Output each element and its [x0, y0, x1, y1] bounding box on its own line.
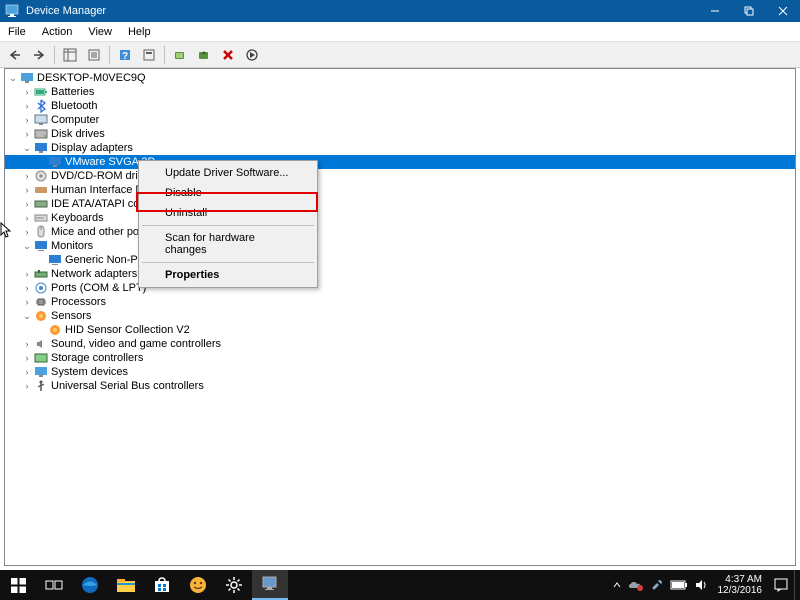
tree-category[interactable]: ›Universal Serial Bus controllers [5, 379, 795, 393]
tree-category[interactable]: ›Processors [5, 295, 795, 309]
taskbar-edge[interactable] [72, 570, 108, 600]
titlebar: Device Manager [0, 0, 800, 22]
tree-category[interactable]: ›Network adapters [5, 267, 795, 281]
taskbar-explorer[interactable] [108, 570, 144, 600]
show-hide-tree-button[interactable] [59, 44, 81, 66]
tree-category[interactable]: ›Bluetooth [5, 99, 795, 113]
tray-volume-icon[interactable] [694, 578, 708, 592]
tree-category[interactable]: ›Mice and other point [5, 225, 795, 239]
tree-category[interactable]: ›DVD/CD-ROM drives [5, 169, 795, 183]
tree-device[interactable]: Generic Non-PnP [5, 253, 795, 267]
toolbar: ? [0, 42, 800, 68]
task-view-button[interactable] [36, 570, 72, 600]
category-icon [33, 141, 49, 155]
tree-category[interactable]: ›IDE ATA/ATAPI contr [5, 197, 795, 211]
taskbar-settings[interactable] [216, 570, 252, 600]
help-button[interactable]: ? [114, 44, 136, 66]
action-button[interactable] [138, 44, 160, 66]
forward-button[interactable] [28, 44, 50, 66]
window-title: Device Manager [24, 5, 698, 17]
taskbar-app[interactable] [180, 570, 216, 600]
tray-chevron-icon[interactable] [612, 580, 622, 590]
category-icon [33, 85, 49, 99]
tray-battery-icon[interactable] [670, 580, 688, 590]
device-icon [47, 155, 63, 169]
menu-view[interactable]: View [80, 24, 120, 40]
tree-category[interactable]: ›Computer [5, 113, 795, 127]
category-icon [33, 169, 49, 183]
taskbar-store[interactable] [144, 570, 180, 600]
device-icon [47, 323, 63, 337]
taskbar-device-manager[interactable] [252, 570, 288, 600]
tree-device[interactable]: VMware SVGA 3D [5, 155, 795, 169]
category-icon [33, 267, 49, 281]
tree-category[interactable]: ⌄Monitors [5, 239, 795, 253]
menu-action[interactable]: Action [34, 24, 81, 40]
tree-category[interactable]: ›Storage controllers [5, 351, 795, 365]
close-button[interactable] [766, 0, 800, 22]
ctx-separator [142, 262, 314, 263]
notifications-button[interactable] [768, 570, 794, 600]
tree-category[interactable]: ⌄Sensors [5, 309, 795, 323]
clock-date: 12/3/2016 [718, 585, 763, 596]
maximize-button[interactable] [732, 0, 766, 22]
device-tree[interactable]: ⌄DESKTOP-M0VEC9Q›Batteries›Bluetooth›Com… [4, 68, 796, 566]
category-icon [33, 127, 49, 141]
menu-help[interactable]: Help [120, 24, 159, 40]
category-icon [33, 225, 49, 239]
category-icon [33, 351, 49, 365]
menu-file[interactable]: File [0, 24, 34, 40]
ctx-separator [142, 225, 314, 226]
back-button[interactable] [4, 44, 26, 66]
menubar: File Action View Help [0, 22, 800, 42]
tree-category[interactable]: ›Ports (COM & LPT) [5, 281, 795, 295]
update-driver-button[interactable] [193, 44, 215, 66]
tree-category[interactable]: ›Human Interface Dev [5, 183, 795, 197]
category-icon [33, 211, 49, 225]
category-icon [33, 113, 49, 127]
category-icon [33, 99, 49, 113]
clock-time: 4:37 AM [718, 574, 763, 585]
category-icon [33, 281, 49, 295]
category-icon [33, 309, 49, 323]
ctx-uninstall[interactable]: Uninstall [141, 203, 315, 223]
tree-device[interactable]: HID Sensor Collection V2 [5, 323, 795, 337]
ctx-scan-hardware[interactable]: Scan for hardware changes [141, 228, 315, 260]
svg-text:?: ? [122, 51, 128, 62]
ctx-disable[interactable]: Disable [141, 183, 315, 203]
tree-category[interactable]: ›Sound, video and game controllers [5, 337, 795, 351]
disable-button[interactable] [241, 44, 263, 66]
tray-tool-icon[interactable] [650, 578, 664, 592]
category-icon [33, 379, 49, 393]
computer-icon [19, 71, 35, 85]
category-icon [33, 365, 49, 379]
uninstall-button[interactable] [217, 44, 239, 66]
tree-category[interactable]: ›Disk drives [5, 127, 795, 141]
taskbar-clock[interactable]: 4:37 AM 12/3/2016 [712, 574, 769, 596]
tree-root[interactable]: ⌄DESKTOP-M0VEC9Q [5, 71, 795, 85]
tree-category[interactable]: ›System devices [5, 365, 795, 379]
device-icon [47, 253, 63, 267]
ctx-properties[interactable]: Properties [141, 265, 315, 285]
ctx-update-driver[interactable]: Update Driver Software... [141, 163, 315, 183]
show-desktop-button[interactable] [794, 570, 800, 600]
category-icon [33, 239, 49, 253]
category-icon [33, 183, 49, 197]
context-menu: Update Driver Software... Disable Uninst… [138, 160, 318, 288]
tray-onedrive-icon[interactable] [628, 579, 644, 591]
properties-button[interactable] [83, 44, 105, 66]
tree-category[interactable]: ›Batteries [5, 85, 795, 99]
system-tray[interactable] [612, 578, 712, 592]
tree-category[interactable]: ›Keyboards [5, 211, 795, 225]
taskbar: 4:37 AM 12/3/2016 [0, 570, 800, 600]
scan-hardware-button[interactable] [169, 44, 191, 66]
app-icon [4, 3, 20, 19]
start-button[interactable] [0, 570, 36, 600]
category-icon [33, 337, 49, 351]
tree-category[interactable]: ⌄Display adapters [5, 141, 795, 155]
category-icon [33, 295, 49, 309]
minimize-button[interactable] [698, 0, 732, 22]
category-icon [33, 197, 49, 211]
